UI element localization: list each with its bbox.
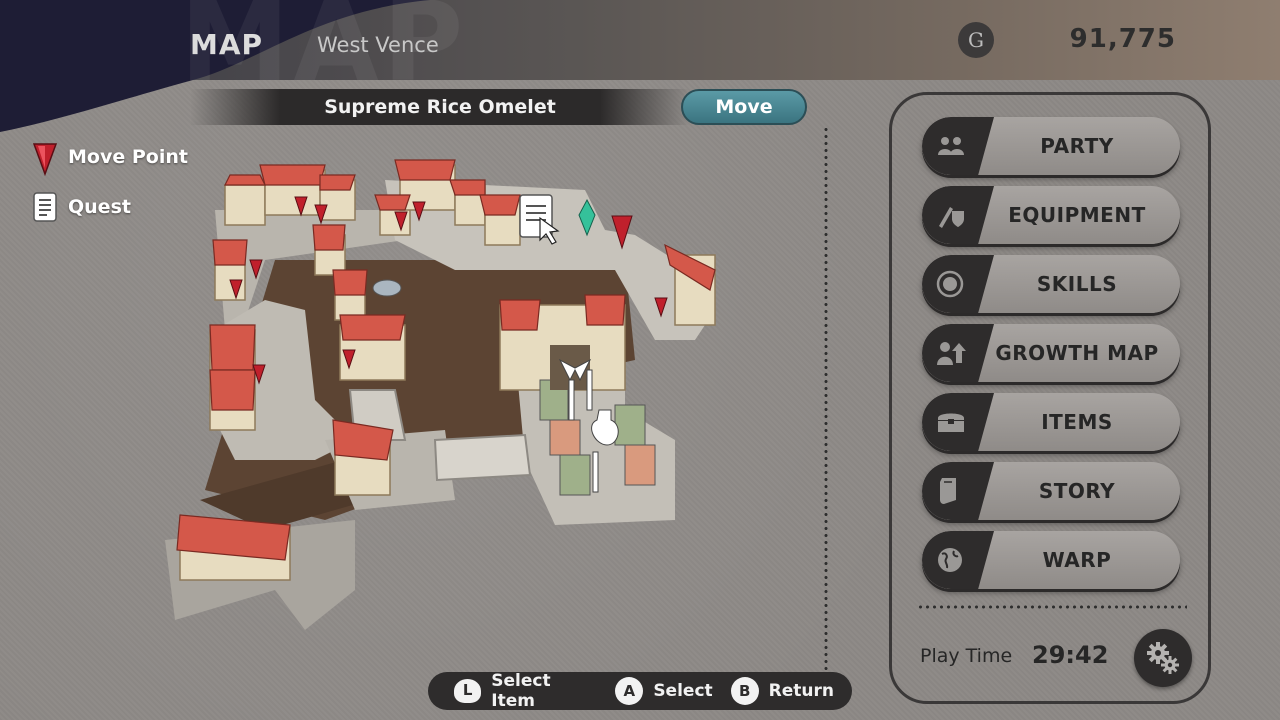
location-name: West Vence <box>317 33 439 57</box>
play-time-value: 29:42 <box>1032 641 1109 669</box>
menu-items-label: ITEMS <box>1041 410 1113 434</box>
menu-warp-button[interactable]: WARP <box>922 531 1180 589</box>
b-button-icon: B <box>730 677 759 705</box>
hint-select-item-label: Select Item <box>491 671 551 711</box>
move-button[interactable]: Move <box>681 89 807 125</box>
town-map[interactable] <box>155 140 725 650</box>
menu-growth-map-button[interactable]: GROWTH MAP <box>922 324 1180 382</box>
selected-dish-bar: Supreme Rice Omelet <box>190 89 690 125</box>
menu-warp-label: WARP <box>1042 548 1112 572</box>
legend-quest-label: Quest <box>68 196 131 218</box>
menu-items-button[interactable]: ITEMS <box>922 393 1180 451</box>
menu-skills-button[interactable]: SKILLS <box>922 255 1180 313</box>
menu-story-label: STORY <box>1038 479 1116 503</box>
menu-party-label: PARTY <box>1040 134 1114 158</box>
menu-skills-label: SKILLS <box>1036 272 1118 296</box>
settings-gears-icon <box>1147 642 1179 674</box>
hint-return: B Return <box>730 677 834 705</box>
menu-growth-map-label: GROWTH MAP <box>995 341 1159 365</box>
settings-button[interactable] <box>1134 629 1192 687</box>
menu-divider <box>917 605 1187 609</box>
main-menu-panel: PARTY EQUIPMENT SKILLS GROWTH MAP ITEMS … <box>889 92 1211 704</box>
button-hints-bar: L Select Item A Select B Return <box>428 671 852 711</box>
town-map-drawing <box>165 159 716 630</box>
gold-coin-icon: G <box>958 22 994 58</box>
hint-select: A Select <box>615 677 713 705</box>
play-time-label: Play Time <box>920 645 1013 667</box>
menu-equipment-label: EQUIPMENT <box>1008 203 1146 227</box>
page-title: MAP <box>190 28 264 61</box>
map-quest-marker[interactable] <box>519 194 560 245</box>
selected-dish-name: Supreme Rice Omelet <box>324 96 556 118</box>
menu-party-button[interactable]: PARTY <box>922 117 1180 175</box>
gold-amount: 91,775 <box>1069 24 1176 54</box>
menu-story-button[interactable]: STORY <box>922 462 1180 520</box>
hint-select-label: Select <box>653 681 713 701</box>
move-point-pin-icon <box>28 138 62 176</box>
l-stick-icon: L <box>454 679 482 703</box>
hint-select-item: L Select Item <box>454 671 597 711</box>
a-button-icon: A <box>615 677 644 705</box>
menu-equipment-button[interactable]: EQUIPMENT <box>922 186 1180 244</box>
vertical-divider <box>824 126 828 674</box>
hint-return-label: Return <box>768 681 834 701</box>
quest-scroll-icon <box>28 188 62 226</box>
